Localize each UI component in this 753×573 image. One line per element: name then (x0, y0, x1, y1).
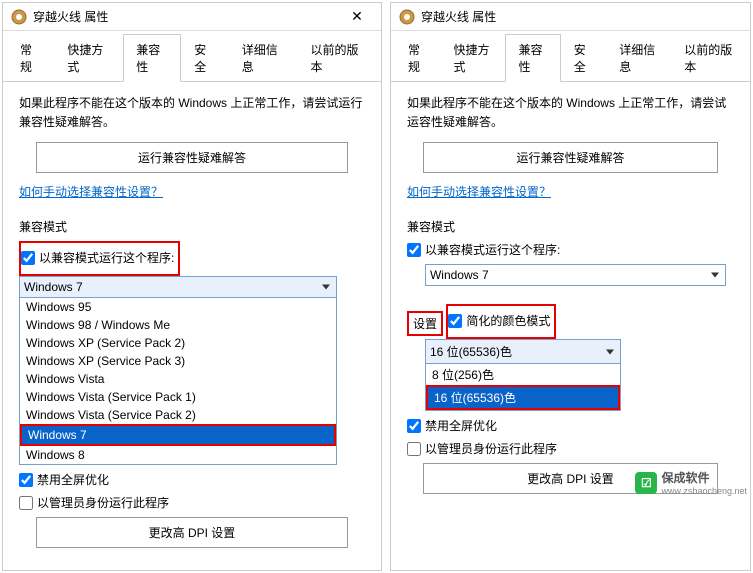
watermark-url: www zsbaocheng.net (661, 486, 747, 496)
manual-settings-link[interactable]: 如何手动选择兼容性设置？ (407, 183, 551, 200)
compat-mode-select[interactable]: Windows 7 (425, 264, 726, 286)
dropdown-option[interactable]: Windows 8 (20, 446, 336, 464)
reduced-color-label: 简化的颜色模式 (466, 312, 550, 329)
tab-previous[interactable]: 以前的版本 (671, 34, 746, 82)
compat-mode-label: 兼容模式 (19, 218, 365, 235)
run-as-admin-label: 以管理员身份运行此程序 (425, 440, 557, 457)
description-text: 如果此程序不能在这个版本的 Windows 上正常工作，请尝试运容性疑难解答。 (407, 94, 734, 132)
app-icon (11, 9, 27, 25)
dropdown-option[interactable]: Windows Vista (20, 370, 336, 388)
troubleshoot-button[interactable]: 运行兼容性疑难解答 (423, 142, 717, 173)
troubleshoot-button[interactable]: 运行兼容性疑难解答 (36, 142, 347, 173)
compat-mode-highlight: 以兼容模式运行这个程序: (19, 241, 180, 276)
window-title: 穿越火线 属性 (421, 8, 742, 25)
dropdown-option[interactable]: Windows Vista (Service Pack 1) (20, 388, 336, 406)
disable-fullscreen-checkbox[interactable] (19, 473, 33, 487)
tab-content: 如果此程序不能在这个版本的 Windows 上正常工作，请尝试运行兼容性疑难解答… (3, 82, 381, 570)
disable-fullscreen-label: 禁用全屏优化 (37, 471, 109, 488)
watermark: ☑ 保成软件 www zsbaocheng.net (635, 469, 747, 496)
close-button[interactable]: ✕ (341, 8, 373, 25)
description-text: 如果此程序不能在这个版本的 Windows 上正常工作，请尝试运行兼容性疑难解答… (19, 94, 365, 132)
tab-compatibility[interactable]: 兼容性 (123, 34, 181, 82)
disable-fullscreen-label: 禁用全屏优化 (425, 417, 497, 434)
run-as-admin-checkbox[interactable] (19, 496, 33, 510)
tab-previous[interactable]: 以前的版本 (297, 34, 376, 82)
tab-shortcut[interactable]: 快捷方式 (440, 34, 505, 82)
dropdown-option[interactable]: Windows XP (Service Pack 2) (20, 334, 336, 352)
watermark-text: 保成软件 (661, 469, 747, 486)
compat-mode-checkbox[interactable] (407, 243, 421, 257)
titlebar: 穿越火线 属性 (391, 3, 750, 31)
tab-security[interactable]: 安全 (181, 34, 228, 82)
dropdown-option-selected[interactable]: Windows 7 (22, 426, 334, 444)
dpi-settings-button[interactable]: 更改高 DPI 设置 (36, 517, 347, 548)
compat-mode-checkbox-label: 以兼容模式运行这个程序: (39, 249, 174, 266)
tab-details[interactable]: 详细信息 (606, 34, 671, 82)
tab-general[interactable]: 常规 (395, 34, 441, 82)
titlebar: 穿越火线 属性 ✕ (3, 3, 381, 31)
window-title: 穿越火线 属性 (33, 8, 341, 25)
color-mode-select[interactable]: 16 位(65536)色 (425, 339, 621, 364)
compat-mode-select[interactable]: Windows 7 (19, 276, 337, 298)
tab-bar: 常规 快捷方式 兼容性 安全 详细信息 以前的版本 (391, 33, 750, 82)
tab-security[interactable]: 安全 (561, 34, 607, 82)
settings-label: 设置 (413, 317, 437, 331)
compat-mode-dropdown: Windows 95 Windows 98 / Windows Me Windo… (19, 298, 337, 465)
dropdown-option[interactable]: Windows 95 (20, 298, 336, 316)
tab-general[interactable]: 常规 (7, 34, 54, 82)
tab-content: 如果此程序不能在这个版本的 Windows 上正常工作，请尝试运容性疑难解答。 … (391, 82, 750, 570)
properties-window-left: 穿越火线 属性 ✕ 常规 快捷方式 兼容性 安全 详细信息 以前的版本 如果此程… (2, 2, 382, 571)
tab-compatibility[interactable]: 兼容性 (505, 34, 560, 82)
color-mode-dropdown: 8 位(256)色 16 位(65536)色 (425, 364, 621, 411)
compat-mode-label: 兼容模式 (407, 218, 734, 235)
dropdown-option-selected[interactable]: 16 位(65536)色 (428, 387, 618, 408)
compat-mode-checkbox-label: 以兼容模式运行这个程序: (425, 241, 560, 258)
dropdown-option[interactable]: Windows 98 / Windows Me (20, 316, 336, 334)
tab-details[interactable]: 详细信息 (229, 34, 298, 82)
tab-bar: 常规 快捷方式 兼容性 安全 详细信息 以前的版本 (3, 33, 381, 82)
dropdown-option[interactable]: 8 位(256)色 (426, 364, 620, 385)
app-icon (399, 9, 415, 25)
run-as-admin-checkbox[interactable] (407, 442, 421, 456)
disable-fullscreen-checkbox[interactable] (407, 419, 421, 433)
run-as-admin-label: 以管理员身份运行此程序 (37, 494, 169, 511)
watermark-badge-icon: ☑ (635, 472, 657, 494)
reduced-color-checkbox[interactable] (448, 314, 462, 328)
dropdown-option[interactable]: Windows Vista (Service Pack 2) (20, 406, 336, 424)
manual-settings-link[interactable]: 如何手动选择兼容性设置？ (19, 183, 163, 200)
dropdown-option[interactable]: Windows XP (Service Pack 3) (20, 352, 336, 370)
tab-shortcut[interactable]: 快捷方式 (54, 34, 123, 82)
compat-mode-checkbox[interactable] (21, 251, 35, 265)
